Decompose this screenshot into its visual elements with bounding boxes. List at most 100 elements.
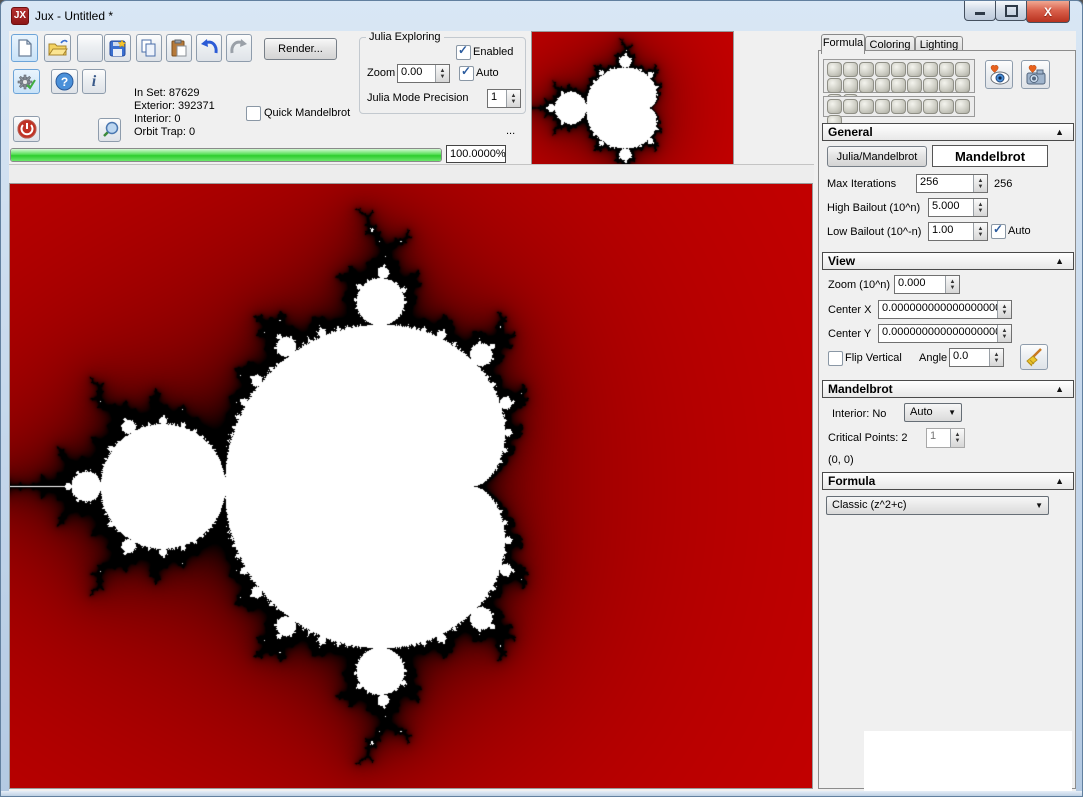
spinner-arrows-icon[interactable] (973, 223, 987, 240)
preset-slot-button[interactable] (907, 62, 922, 77)
preset-slot-button[interactable] (875, 78, 890, 93)
preset-slot-button[interactable] (843, 99, 858, 114)
preset-slot-button[interactable] (859, 78, 874, 93)
preset-slot-button[interactable] (891, 99, 906, 114)
minimize-button[interactable] (964, 1, 996, 21)
preset-slot-button[interactable] (907, 99, 922, 114)
preset-slot-button[interactable] (891, 62, 906, 77)
fractal-canvas[interactable] (10, 184, 812, 788)
undo-icon (199, 39, 219, 57)
abort-button[interactable] (13, 116, 40, 142)
julia-enabled-checkbox[interactable] (456, 45, 471, 60)
center-y-spinner[interactable]: 0.000000000000000000 (878, 324, 1012, 343)
julia-mandelbrot-toggle-button[interactable]: Julia/Mandelbrot (827, 146, 927, 167)
favorite-snapshot-button[interactable] (1021, 60, 1050, 89)
copy-button[interactable] (136, 34, 162, 62)
preset-grid-2 (823, 96, 975, 117)
julia-zoom-spinner[interactable]: 0.00 (397, 64, 450, 83)
paste-button[interactable] (166, 34, 192, 62)
preset-slot-button[interactable] (939, 99, 954, 114)
stat-exterior: Exterior: 392371 (134, 100, 215, 112)
preset-slot-button[interactable] (907, 78, 922, 93)
preset-slot-button[interactable] (827, 62, 842, 77)
center-x-spinner[interactable]: 0.000000000000000000 (878, 300, 1012, 319)
progress-percent: 100.0000% (446, 145, 506, 163)
julia-auto-checkbox[interactable] (459, 66, 474, 81)
julia-precision-label: Julia Mode Precision (367, 92, 469, 104)
preset-slot-button[interactable] (923, 99, 938, 114)
open-button[interactable] (44, 34, 71, 62)
view-zoom-spinner[interactable]: 0.000 (894, 275, 960, 294)
maximize-button[interactable] (995, 1, 1027, 21)
angle-spinner[interactable]: 0.0 (949, 348, 1004, 367)
help-button[interactable]: ? (51, 69, 78, 94)
heart-camera-icon (1025, 64, 1047, 86)
flip-vertical-checkbox[interactable] (828, 351, 843, 366)
julia-preview-canvas[interactable] (532, 32, 733, 183)
spinner-arrows-icon[interactable] (973, 199, 987, 216)
help-icon: ? (55, 72, 74, 91)
general-section-header[interactable]: General (822, 123, 1074, 141)
preset-slot-button[interactable] (891, 78, 906, 93)
critical-point-origin: (0, 0) (828, 454, 854, 466)
flip-vertical-label: Flip Vertical (845, 352, 902, 364)
spinner-arrows-icon[interactable] (506, 90, 520, 107)
interior-mode-select[interactable]: Auto (904, 403, 962, 422)
spinner-arrows-icon[interactable] (435, 65, 449, 82)
redo-button[interactable] (226, 34, 252, 62)
preset-slot-button[interactable] (923, 62, 938, 77)
preset-slot-button[interactable] (859, 99, 874, 114)
preset-slot-button[interactable] (939, 78, 954, 93)
progress-bar (10, 148, 442, 162)
undo-button[interactable] (196, 34, 222, 62)
preset-slot-button[interactable] (875, 62, 890, 77)
preset-slot-button[interactable] (843, 78, 858, 93)
quick-mandelbrot-checkbox[interactable] (246, 106, 261, 121)
preset-slot-button[interactable] (939, 62, 954, 77)
render-button[interactable]: Render... (264, 38, 337, 60)
more-options-ellipsis[interactable]: ... (506, 125, 515, 137)
spinner-arrows-icon[interactable] (950, 429, 964, 447)
spinner-arrows-icon[interactable] (997, 325, 1011, 342)
fractal-view-frame (9, 183, 813, 789)
preset-slot-button[interactable] (859, 62, 874, 77)
spinner-arrows-icon[interactable] (997, 301, 1011, 318)
critical-points-label: Critical Points: 2 (828, 432, 907, 444)
info-button[interactable]: i (82, 69, 106, 94)
julia-precision-spinner[interactable]: 1 (487, 89, 521, 108)
settings-button[interactable] (13, 69, 40, 94)
preset-slot-button[interactable] (827, 78, 842, 93)
spinner-arrows-icon[interactable] (973, 175, 987, 192)
critical-points-spinner[interactable]: 1 (926, 428, 965, 448)
preset-slot-button[interactable] (955, 78, 970, 93)
favorite-view-button[interactable] (985, 60, 1013, 89)
formula-section-header[interactable]: Formula (822, 472, 1074, 490)
max-iterations-spinner[interactable]: 256 (916, 174, 988, 193)
preset-slot-button[interactable] (955, 62, 970, 77)
high-bailout-spinner[interactable]: 5.000 (928, 198, 988, 217)
preset-slot-button[interactable] (875, 99, 890, 114)
interior-label: Interior: No (832, 408, 886, 420)
tab-formula[interactable]: Formula (821, 34, 865, 54)
info-icon: i (92, 73, 96, 91)
save-button[interactable] (104, 34, 131, 62)
close-button[interactable]: X (1026, 1, 1070, 23)
bailout-auto-checkbox[interactable] (991, 224, 1006, 239)
new-button[interactable] (11, 34, 38, 62)
minimize-icon (975, 12, 985, 15)
magnifier-icon (101, 121, 119, 139)
blank-button[interactable] (77, 34, 103, 62)
low-bailout-spinner[interactable]: 1.00 (928, 222, 988, 241)
zoom-tool-button[interactable] (98, 118, 121, 142)
spinner-arrows-icon[interactable] (945, 276, 959, 293)
reset-view-button[interactable] (1020, 344, 1048, 370)
view-section-header[interactable]: View (822, 252, 1074, 270)
preset-slot-button[interactable] (843, 62, 858, 77)
spinner-arrows-icon[interactable] (989, 349, 1003, 366)
preset-slot-button[interactable] (923, 78, 938, 93)
formula-select[interactable]: Classic (z^2+c) (826, 496, 1049, 515)
preset-slot-button[interactable] (827, 99, 842, 114)
mandelbrot-section-header[interactable]: Mandelbrot (822, 380, 1074, 398)
max-iterations-label: Max Iterations (827, 178, 896, 190)
preset-slot-button[interactable] (955, 99, 970, 114)
